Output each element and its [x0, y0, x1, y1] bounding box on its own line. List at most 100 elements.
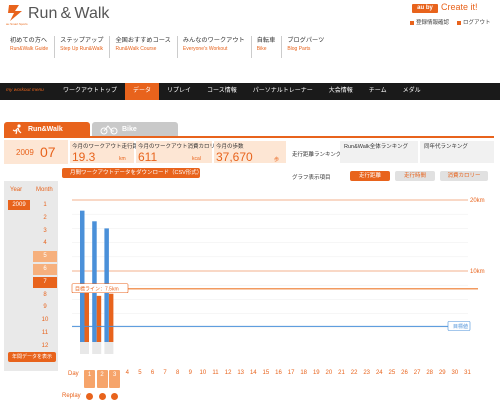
overall-ranking-label[interactable]: Run&Walk全体ランキング: [344, 142, 408, 150]
csv-download-button[interactable]: 月間ワークアウトデータをダウンロード（CSV形式）: [62, 168, 202, 178]
month-5[interactable]: 5: [33, 251, 57, 263]
day-7: 7: [163, 370, 167, 376]
nav-everyone[interactable]: みんなのワークアウト Everyone's Workout: [176, 36, 251, 58]
month-header: Month: [36, 187, 53, 193]
month-2[interactable]: 2: [33, 213, 57, 224]
nav-step-up[interactable]: ステップアップ Step Up Run&Walk: [54, 36, 109, 58]
day-13: 13: [237, 370, 245, 376]
day-31: 31: [464, 370, 471, 376]
stat-distance: 今月のワークアウト走行距離 19.3 km: [70, 141, 144, 164]
month-7[interactable]: 7: [33, 276, 57, 288]
annual-data-button[interactable]: 年間データを表示: [8, 352, 56, 362]
menu-medal[interactable]: メダル: [395, 83, 429, 100]
day-4: 4: [125, 370, 129, 376]
day-30: 30: [451, 370, 459, 376]
month-4[interactable]: 4: [33, 238, 57, 249]
logo-subtitle: au Smart Sports: [6, 22, 28, 26]
bar-series1-day1: [84, 292, 89, 342]
menu-workout-top[interactable]: ワークアウトトップ: [55, 83, 125, 100]
bar-series0-day2: [92, 221, 97, 342]
average-label: 目標ライン：7.5km: [75, 285, 119, 292]
year-header: Year: [10, 187, 23, 193]
month-1[interactable]: 1: [33, 200, 57, 211]
bar-series1-day2: [96, 295, 102, 342]
day-27: 27: [413, 370, 421, 376]
day-10: 10: [199, 370, 207, 376]
stat-steps: 今月の歩数 37,670 歩: [214, 141, 286, 164]
month-9[interactable]: 9: [33, 302, 57, 313]
day-29: 29: [438, 370, 446, 376]
site-logo[interactable]: Run & Walk: [28, 5, 109, 23]
day-28: 28: [426, 370, 434, 376]
day-25: 25: [388, 370, 396, 376]
y-tick-label: 20km: [470, 198, 485, 204]
tab-bike[interactable]: Bike: [92, 122, 178, 137]
menu-replay[interactable]: リプレイ: [159, 83, 199, 100]
day-6: 6: [150, 370, 155, 376]
replay-label: Replay: [62, 393, 81, 399]
replay-button-day-3[interactable]: [111, 393, 119, 400]
current-year: 2009: [16, 148, 34, 157]
distance-ranking-label[interactable]: 走行距離ランキング: [292, 150, 341, 158]
month-11[interactable]: 11: [33, 328, 57, 339]
logout-link[interactable]: ログアウト: [457, 18, 491, 26]
day-18: 18: [300, 370, 308, 376]
workout-menu: ワークアウトトップ データ リプレイ コース情報 パーソナルトレーナー 大会情報…: [55, 83, 429, 100]
age-ranking-label[interactable]: 同年代ランキング: [424, 142, 468, 150]
day-20: 20: [325, 370, 333, 376]
user-links: 登録情報確認 ログアウト: [410, 18, 491, 26]
year-select[interactable]: 2009: [8, 200, 30, 210]
monthly-distance-chart: 20km 10km 目標ライン：7.5km 目標値: [71, 198, 485, 354]
bar-shadow: [104, 342, 114, 354]
graph-display-label: グラフ表示項目: [292, 175, 331, 181]
menu-course-info[interactable]: コース情報: [199, 83, 245, 100]
month-3[interactable]: 3: [33, 226, 57, 237]
replay-button-day-1[interactable]: [86, 393, 93, 400]
graph-distance-button[interactable]: 走行距離: [350, 171, 390, 181]
graph-time-button[interactable]: 走行時間: [395, 171, 435, 181]
tab-divider: [4, 136, 494, 138]
day-16: 16: [275, 370, 282, 376]
nav-bike[interactable]: 自転車 Bike: [250, 36, 282, 58]
month-6[interactable]: 6: [33, 264, 57, 275]
nav-guide[interactable]: 初めての方へ Run&Walk Guide: [6, 36, 54, 58]
day-3[interactable]: 3: [109, 370, 121, 388]
graph-calories-button[interactable]: 消費カロリー: [440, 171, 488, 181]
bike-icon: [100, 125, 118, 135]
target-label: 目標値: [453, 323, 468, 330]
tab-run-walk[interactable]: Run&Walk: [4, 122, 90, 137]
day-23: 23: [363, 370, 371, 376]
day-2[interactable]: 2: [96, 370, 108, 388]
month-10[interactable]: 10: [33, 315, 57, 326]
day-12: 12: [224, 370, 232, 376]
lightning-logo-icon: [8, 5, 22, 21]
day-1[interactable]: 1: [84, 370, 95, 388]
account-info-link[interactable]: 登録情報確認: [410, 18, 449, 26]
menu-team[interactable]: チーム: [361, 83, 395, 100]
day-21: 21: [338, 370, 345, 376]
menu-data[interactable]: データ: [125, 83, 160, 100]
day-22: 22: [350, 370, 358, 376]
day-15: 15: [262, 370, 270, 376]
month-8[interactable]: 8: [33, 290, 57, 301]
stat-calories: 今月のワークアウト消費カロリー 611 kcal: [136, 141, 221, 164]
menu-label: my workout menu: [6, 88, 44, 93]
bar-series1-day3: [108, 293, 114, 342]
day-9: 9: [188, 370, 192, 376]
day-5: 5: [138, 370, 142, 376]
day-11: 11: [212, 370, 219, 376]
date-panel: [4, 140, 68, 164]
day-17: 17: [287, 370, 295, 376]
replay-button-day-2[interactable]: [98, 393, 106, 400]
menu-personal-trainer[interactable]: パーソナルトレーナー: [245, 83, 321, 100]
day-19: 19: [312, 370, 320, 376]
menu-race-info[interactable]: 大会情報: [321, 83, 361, 100]
month-12[interactable]: 12: [33, 341, 57, 352]
bar-shadow: [92, 342, 102, 354]
nav-course[interactable]: 全国おすすめコース Run&Walk Course: [109, 36, 176, 58]
runner-icon: [12, 124, 22, 135]
au-badge[interactable]: au by KDDI: [412, 4, 438, 20]
bar-shadow: [80, 342, 89, 354]
nav-blog-parts[interactable]: ブログパーツ Blog Parts: [281, 36, 330, 58]
day-14: 14: [249, 370, 257, 376]
